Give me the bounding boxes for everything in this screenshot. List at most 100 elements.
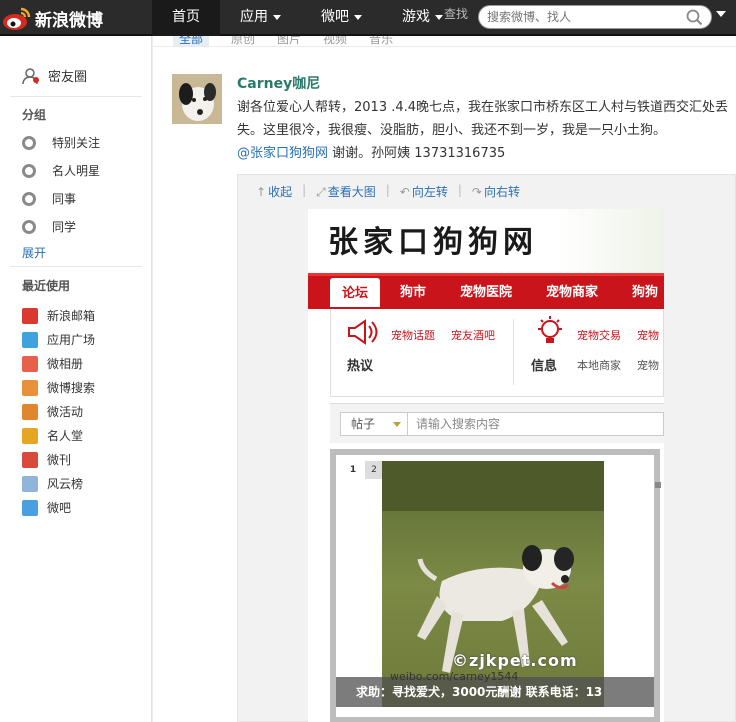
nav-apps[interactable]: 应用 [220, 0, 301, 36]
app-label: 新浪邮箱 [47, 309, 96, 323]
feed-filter-tabs: 全部 原创 图片 视频 音乐 [173, 36, 415, 46]
site-nav: 论坛 狗市 宠物医院 宠物商家 狗狗 [308, 273, 664, 309]
tab-original[interactable]: 原创 [231, 36, 255, 46]
nav-home[interactable]: 首页 [152, 0, 220, 36]
ranking-icon [22, 475, 38, 492]
site-title: 张家口狗狗网 [328, 225, 538, 260]
sidebar-app-ranking[interactable]: 风云榜 [22, 475, 83, 492]
group-heading: 分组 [22, 108, 47, 122]
sidebar-item-label: 密友圈 [48, 70, 88, 85]
tab-music[interactable]: 音乐 [369, 36, 393, 46]
sidebar-app-square[interactable]: 应用广场 [22, 331, 95, 348]
dog-avatar-image [172, 74, 222, 124]
separator: | [302, 183, 307, 197]
separator: | [385, 183, 390, 197]
divider [10, 266, 142, 267]
search-hint: 查找 [444, 7, 469, 21]
app-square-icon [22, 331, 38, 348]
rotate-left-label: 向左转 [411, 185, 448, 199]
rotate-right-label: 向右转 [483, 185, 520, 199]
rotate-right-button[interactable]: ↷ 向右转 [472, 183, 520, 200]
left-sidebar: 密友圈 分组 特别关注 名人明星 同事 同学 展开 最近使用 新浪邮箱 应用广场… [0, 36, 152, 722]
search-icon[interactable] [686, 9, 703, 26]
sidebar-app-events[interactable]: 微活动 [22, 403, 83, 420]
sidebar-app-search[interactable]: 微博搜索 [22, 379, 95, 396]
site-nav-forum: 论坛 [330, 278, 381, 307]
sidebar-item-label: 特别关注 [52, 136, 101, 150]
app-label: 微博搜索 [47, 381, 96, 395]
photo-album-icon [22, 355, 38, 372]
slide-caption: 求助：寻找爱犬，3000元酬谢 联系电话：13 [356, 685, 603, 699]
chevron-down-icon [435, 14, 443, 20]
sidebar-item-close-friends[interactable]: 密友圈 [22, 66, 87, 85]
sidebar-item-group[interactable]: 特别关注 [22, 134, 100, 151]
sidebar-app-album[interactable]: 微相册 [22, 355, 83, 372]
info-link: 宠物交易 [577, 329, 621, 342]
nav-weiba[interactable]: 微吧 [301, 0, 382, 36]
group-ring-icon [22, 163, 36, 178]
group-ring-icon [22, 135, 36, 150]
tab-images[interactable]: 图片 [277, 36, 301, 46]
app-label: 微吧 [47, 501, 72, 515]
site-nav-dogs: 狗狗 [632, 285, 659, 300]
app-label: 应用广场 [47, 333, 96, 347]
mail-icon [22, 307, 38, 324]
weibo-logo[interactable]: 新浪微博 [2, 3, 103, 33]
site-banner: 张家口狗狗网 [308, 209, 664, 273]
main-feed: 全部 原创 图片 视频 音乐 Carney咖尼 谢各位爱心人帮转，2013 .4… [153, 36, 736, 722]
tab-video[interactable]: 视频 [323, 36, 347, 46]
chevron-down-icon [393, 422, 401, 427]
lightbulb-icon [538, 316, 562, 343]
divider [513, 319, 514, 385]
forum-search: 帖子 请输入搜索内容 [330, 403, 664, 443]
weibo-search-icon [22, 379, 38, 396]
search-box[interactable] [478, 5, 712, 29]
app-label: 微刊 [47, 453, 72, 467]
sidebar-item-group[interactable]: 名人明星 [22, 162, 100, 179]
chevron-down-icon [273, 14, 281, 20]
sidebar-item-label: 名人明星 [52, 164, 101, 178]
sidebar-item-group[interactable]: 同事 [22, 190, 76, 207]
main-nav: 首页 应用 微吧 游戏 [152, 0, 463, 36]
expand-link[interactable]: 展开 [22, 244, 46, 261]
group-ring-icon [22, 219, 36, 234]
sidebar-app-magazine[interactable]: 微刊 [22, 451, 71, 468]
nav-weiba-label: 微吧 [321, 9, 349, 25]
info-link: 本地商家 [577, 359, 621, 372]
sidebar-app-hall-of-fame[interactable]: 名人堂 [22, 427, 83, 444]
event-icon [22, 403, 38, 420]
divider [10, 96, 142, 97]
nav-games-label: 游戏 [402, 9, 430, 25]
app-label: 风云榜 [47, 477, 84, 491]
post-text: 谢各位爱心人帮转，2013 .4.4晚七点，我在张家口市桥东区工人村与铁道西交汇… [237, 96, 729, 165]
sidebar-app-weiba[interactable]: 微吧 [22, 499, 71, 516]
mention-link[interactable]: @张家口狗狗网 [237, 146, 328, 161]
rotate-right-icon: ↷ [471, 185, 482, 199]
hot-label: 热议 [347, 359, 374, 374]
weiba-icon [22, 499, 38, 516]
rotate-left-icon: ↶ [399, 185, 410, 199]
brand-name: 新浪微博 [35, 10, 103, 31]
pager-item: 2 [365, 461, 383, 479]
nav-home-label: 首页 [172, 9, 200, 25]
collapse-button[interactable]: ↑ 收起 [256, 183, 292, 200]
search-input[interactable] [487, 9, 683, 25]
view-large-button[interactable]: ⤢ 查看大图 [316, 183, 376, 200]
site-nav-market: 狗市 [400, 285, 427, 300]
hot-link: 宠物话题 [391, 329, 435, 342]
sidebar-item-group[interactable]: 同学 [22, 218, 76, 235]
tab-all[interactable]: 全部 [173, 36, 210, 46]
group-ring-icon [22, 191, 36, 206]
info-link: 宠物 [637, 329, 659, 342]
chevron-down-icon[interactable] [716, 11, 726, 17]
hot-link: 宠友酒吧 [451, 329, 495, 342]
forum-panel: 热议 宠物话题 宠友酒吧 信息 宠物交易 宠物 本地商家 宠物 [330, 309, 664, 397]
site-watermark: ©zjkpet.com [452, 651, 578, 670]
weibo-watermark: weibo.com/carney1544 [390, 670, 519, 683]
rotate-left-button[interactable]: ↶ 向左转 [400, 183, 448, 200]
sidebar-app-mail[interactable]: 新浪邮箱 [22, 307, 95, 324]
post-image[interactable]: 张家口狗狗网 论坛 狗市 宠物医院 宠物商家 狗狗 热议 宠物话题 宠友酒吧 信… [308, 209, 664, 722]
avatar[interactable] [172, 74, 222, 124]
app-label: 名人堂 [47, 429, 84, 443]
post-author[interactable]: Carney咖尼 [237, 73, 320, 93]
